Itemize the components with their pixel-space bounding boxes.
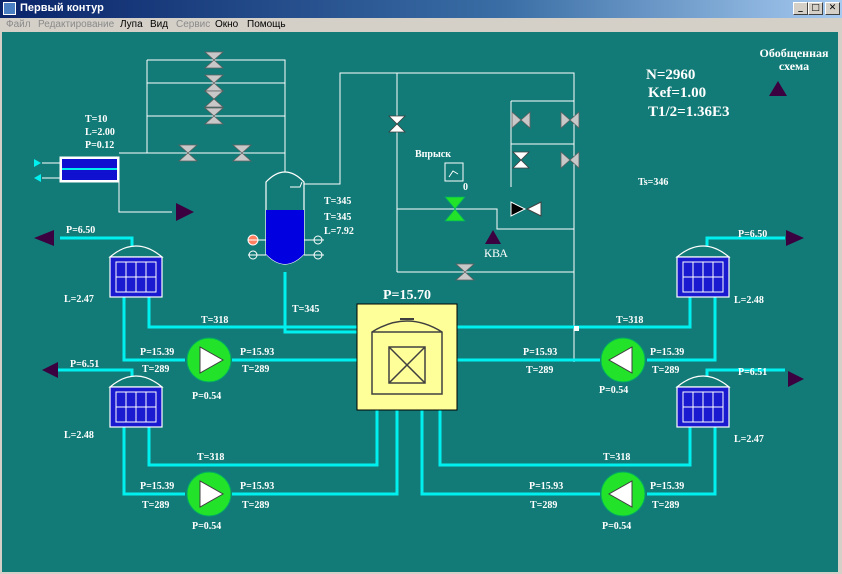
steam-generator-icon [676, 375, 730, 428]
pump4-inlet-temp: T=289 [652, 500, 680, 511]
pump1-outlet-temp: T=289 [242, 364, 270, 375]
menu-view[interactable]: Вид [150, 18, 168, 32]
minimize-button[interactable]: _ [793, 2, 808, 15]
general-scheme-link[interactable]: Обобщенная схема [754, 47, 834, 73]
window-title: Первый контур [20, 2, 104, 14]
reactor-pressure: P=15.70 [383, 288, 432, 303]
close-button[interactable]: ✕ [825, 2, 840, 15]
sg2-level: L=2.48 [64, 430, 94, 441]
menu-help[interactable]: Помощь [247, 18, 286, 32]
maximize-button[interactable]: □ [808, 2, 823, 15]
valve-icon [560, 111, 580, 129]
valve-icon [512, 151, 530, 169]
steam-generator-icon [109, 375, 163, 428]
pump3-inlet-temp: T=289 [652, 365, 680, 376]
pump1-head: P=0.54 [192, 391, 222, 402]
pressurizer-temp-2: T=345 [324, 212, 352, 223]
pump2-inlet-temp: T=289 [142, 500, 170, 511]
menu-edit[interactable]: Редактирование [38, 18, 114, 32]
pressurizer-temp-1: T=345 [324, 196, 352, 207]
sg2-pressure: P=6.51 [70, 359, 100, 370]
menu-zoom[interactable]: Лупа [120, 18, 143, 32]
pump3-head: P=0.54 [599, 385, 629, 396]
pump2-outlet-temp: T=289 [242, 500, 270, 511]
injection-label: Впрыск [415, 149, 452, 160]
loop3-hot-temp: T=318 [616, 315, 644, 326]
window-title-bar[interactable]: Первый контур _ □ ✕ [0, 0, 842, 18]
pump3-inlet-pressure: P=15.39 [650, 347, 685, 358]
pump1-outlet-pressure: P=15.93 [240, 347, 275, 358]
hx-level: L=2.00 [85, 127, 115, 138]
pump4-head: P=0.54 [602, 521, 632, 532]
menu-service[interactable]: Сервис [176, 18, 210, 32]
pump4-outlet-temp: T=289 [530, 500, 558, 511]
pump4-outlet-pressure: P=15.93 [529, 481, 564, 492]
loop4-hot-temp: T=318 [603, 452, 631, 463]
injection-gauge: 0 [463, 182, 468, 193]
reactor-period: T1/2=1.36E3 [648, 104, 730, 120]
pump2-head: P=0.54 [192, 521, 222, 532]
valve-icon [204, 90, 224, 108]
loop2-hot-temp: T=318 [197, 452, 225, 463]
reactor-power: N=2960 [646, 67, 696, 83]
pressurizer-level: L=7.92 [324, 226, 354, 237]
pump1-inlet-pressure: P=15.39 [140, 347, 175, 358]
hx-pressure: P=0.12 [85, 140, 115, 151]
primary-circuit-diagram: N=2960 Kef=1.00 T1/2=1.36E3 Ts=346 P=15.… [2, 32, 838, 572]
kva-label: КВА [484, 246, 508, 260]
pump-icon [186, 337, 232, 383]
sg4-level: L=2.47 [734, 434, 764, 445]
pump3-outlet-temp: T=289 [526, 365, 554, 376]
sg1-pressure: P=6.50 [66, 225, 96, 236]
pump-icon [186, 471, 232, 517]
steam-generator-icon [676, 245, 730, 298]
sg3-level: L=2.48 [734, 295, 764, 306]
sg4-pressure: P=6.51 [738, 367, 768, 378]
surge-line-temp: T=345 [292, 304, 320, 315]
pump4-inlet-pressure: P=15.39 [650, 481, 685, 492]
steam-generator-icon [109, 245, 163, 298]
pump2-outlet-pressure: P=15.93 [240, 481, 275, 492]
pump1-inlet-temp: T=289 [142, 364, 170, 375]
hx-temp: T=10 [85, 114, 108, 125]
valve-icon [560, 151, 580, 169]
valve-icon [388, 115, 406, 133]
pump-icon [600, 337, 646, 383]
loop1-hot-temp: T=318 [201, 315, 229, 326]
menu-window[interactable]: Окно [215, 18, 238, 32]
saturation-temp: Ts=346 [638, 177, 669, 188]
pump3-outlet-pressure: P=15.93 [523, 347, 558, 358]
pump2-inlet-pressure: P=15.39 [140, 481, 175, 492]
reactor-kef: Kef=1.00 [648, 85, 707, 101]
sg1-level: L=2.47 [64, 294, 94, 305]
valve-icon [511, 111, 531, 129]
menu-bar: Файл Редактирование Лупа Вид Сервис Окно… [0, 18, 842, 32]
pump-icon [600, 471, 646, 517]
menu-file[interactable]: Файл [6, 18, 31, 32]
app-icon [3, 2, 16, 15]
sg3-pressure: P=6.50 [738, 229, 768, 240]
